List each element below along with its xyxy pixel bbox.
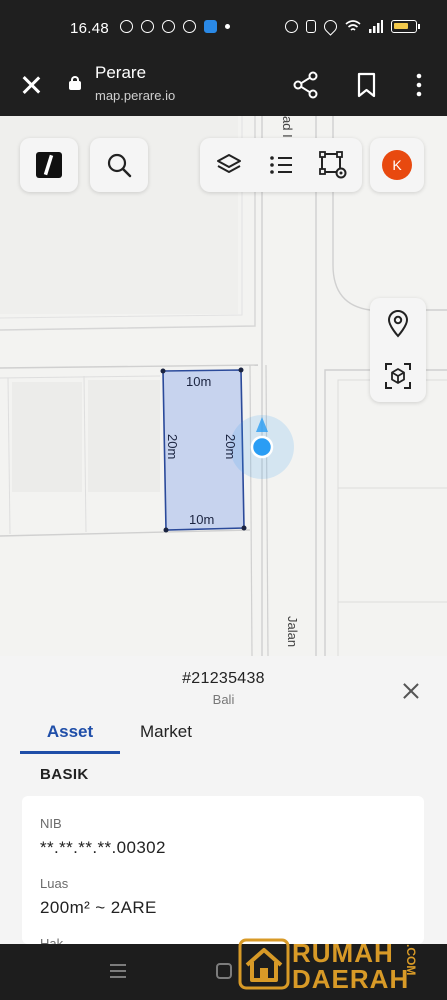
close-icon[interactable]	[18, 72, 44, 98]
notification-icons	[120, 20, 230, 33]
page-title: Perare	[95, 63, 147, 82]
list-icon	[270, 156, 292, 174]
nib-label: NIB	[40, 816, 62, 831]
share-icon[interactable]	[291, 70, 321, 100]
parcel-left-dimension: 20m	[165, 434, 180, 460]
notification-icon	[120, 20, 133, 33]
detail-tabs: Asset Market	[20, 722, 427, 754]
app-logo-icon	[36, 152, 62, 178]
nib-value: **.**.**.**.00302	[40, 838, 166, 857]
close-icon[interactable]	[400, 680, 422, 702]
location-icon	[321, 17, 340, 36]
watermark-logo: RUMAH DAERAH .COM	[238, 936, 438, 994]
bookmark-icon[interactable]	[352, 70, 382, 100]
layers-button[interactable]	[202, 138, 256, 192]
current-location-dot	[250, 435, 274, 459]
watermark-suffix: .COM	[404, 944, 418, 976]
avatar: K	[382, 150, 412, 180]
watermark-line2: DAERAH	[292, 964, 410, 994]
telegram-icon	[204, 20, 217, 33]
map-side-tools	[370, 298, 426, 402]
parcel-right-dimension: 20m	[223, 434, 238, 460]
list-button[interactable]	[254, 138, 308, 192]
tab-market[interactable]: Market	[140, 722, 192, 754]
section-title: BASIK	[40, 766, 89, 783]
street-label: ad I	[280, 116, 295, 138]
parcel-detail-sheet: #21235438 Bali Asset Market BASIK NIB **…	[0, 656, 447, 944]
messenger-icon	[162, 20, 175, 33]
map-pin-icon	[387, 310, 409, 338]
alarm-icon	[285, 20, 298, 33]
home-icon[interactable]	[216, 963, 232, 979]
user-avatar-button[interactable]: K	[370, 138, 424, 192]
more-options-icon[interactable]	[404, 70, 434, 100]
wifi-icon	[345, 20, 361, 31]
map-tools-group	[200, 138, 362, 192]
search-icon	[107, 153, 132, 178]
signal-icon	[369, 20, 383, 33]
parcel-top-dimension: 10m	[186, 374, 212, 389]
vibrate-icon	[306, 20, 316, 33]
dot-icon	[225, 24, 230, 29]
parcel-location: Bali	[212, 692, 235, 707]
search-button[interactable]	[90, 138, 148, 192]
3d-view-button[interactable]	[370, 350, 426, 402]
app-logo-button[interactable]	[20, 138, 78, 192]
browser-toolbar: Perare map.perare.io	[0, 58, 447, 116]
basic-info-card: NIB **.**.**.**.00302 Luas 200m² ~ 2ARE …	[22, 796, 424, 944]
polygon-settings-button[interactable]	[306, 138, 360, 192]
house-logo-icon	[238, 938, 290, 990]
page-url[interactable]: map.perare.io	[95, 88, 175, 103]
parcel-id: #21235438	[182, 670, 265, 687]
recent-apps-icon[interactable]	[110, 964, 126, 978]
street-label: Jalan	[285, 616, 300, 648]
3d-cube-icon	[385, 363, 411, 389]
parcel-bottom-dimension: 10m	[189, 512, 215, 527]
system-icons	[285, 17, 420, 36]
status-time: 16.48	[70, 20, 110, 37]
tab-asset[interactable]: Asset	[20, 722, 120, 754]
messenger-icon	[141, 20, 154, 33]
facebook-icon	[183, 20, 196, 33]
status-bar: 16.48	[0, 0, 447, 58]
area-label: Luas	[40, 876, 69, 891]
layers-icon	[217, 154, 241, 173]
polygon-settings-icon	[319, 151, 347, 179]
lock-icon	[69, 76, 81, 90]
area-value: 200m² ~ 2ARE	[40, 898, 157, 917]
rights-label: Hak	[40, 936, 64, 944]
battery-icon	[391, 20, 420, 33]
location-pin-button[interactable]	[370, 298, 426, 350]
